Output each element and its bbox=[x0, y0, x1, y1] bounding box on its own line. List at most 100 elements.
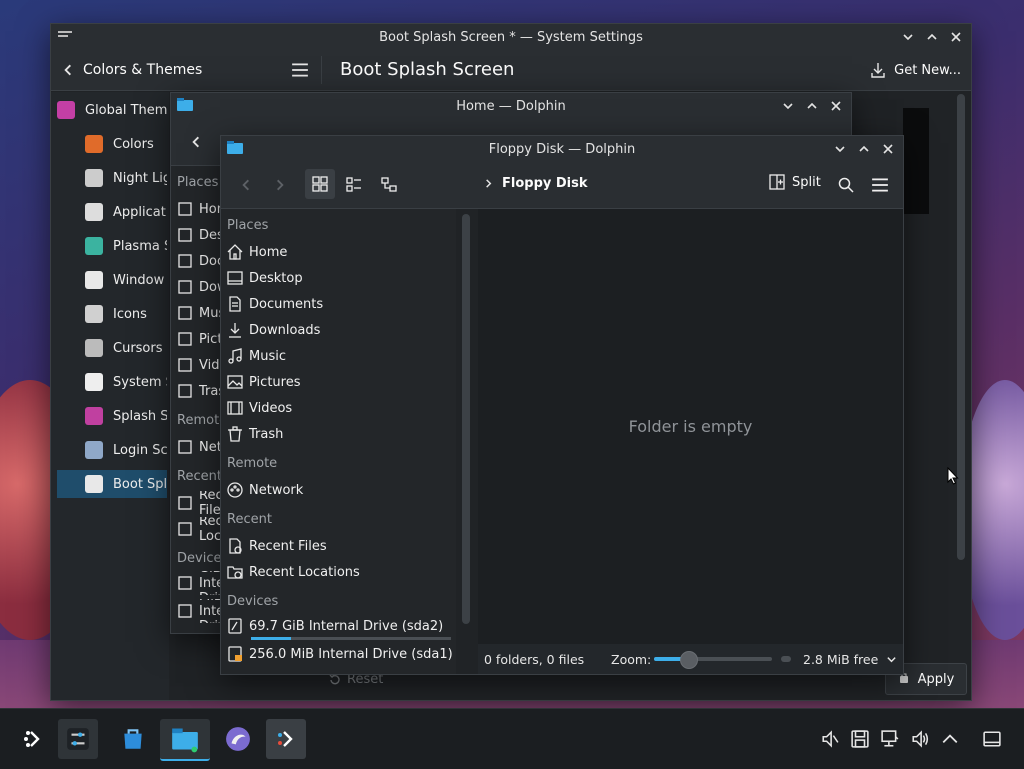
sidebar-item[interactable]: Plasma Style bbox=[57, 232, 167, 260]
cursors-icon bbox=[85, 339, 103, 357]
places-item-documents[interactable]: Documents bbox=[227, 292, 453, 316]
sidebar-item[interactable]: Splash Screen bbox=[57, 402, 167, 430]
places-item-device-sda2[interactable]: 69.7 GiB Internal Drive (sda2) bbox=[227, 614, 453, 638]
sidebar-item-label: System Sounds bbox=[113, 374, 167, 390]
global-theme-icon bbox=[57, 101, 75, 119]
hamburger-menu-icon[interactable] bbox=[291, 61, 309, 79]
taskbar-discover[interactable] bbox=[113, 719, 153, 759]
sidebar-item[interactable]: Boot Splash Screen bbox=[57, 470, 167, 498]
places-item-label: Pictures bbox=[249, 374, 301, 390]
split-button[interactable]: Split bbox=[769, 174, 821, 190]
sidebar-item-label: Cursors bbox=[113, 340, 163, 356]
places-item-label: Trash bbox=[249, 426, 284, 442]
splash-screen-icon bbox=[85, 407, 103, 425]
places-item-label: Home bbox=[249, 244, 288, 260]
breadcrumb[interactable]: Floppy Disk bbox=[483, 176, 588, 191]
show-desktop-icon[interactable] bbox=[983, 730, 1001, 748]
apply-label: Apply bbox=[917, 671, 955, 687]
close-button[interactable] bbox=[947, 28, 965, 46]
compact-view-icon[interactable] bbox=[346, 177, 362, 193]
places-item-desktop[interactable]: Desktop bbox=[227, 266, 453, 290]
taskbar-dolphin[interactable] bbox=[160, 719, 210, 761]
minimize-button[interactable] bbox=[831, 140, 849, 158]
sidebar-item[interactable]: Colors bbox=[57, 130, 167, 158]
maximize-button[interactable] bbox=[923, 28, 941, 46]
icons-icon bbox=[85, 305, 103, 323]
sidebar-item[interactable]: Window Decorations bbox=[57, 266, 167, 294]
close-button[interactable] bbox=[827, 97, 845, 115]
sidebar-item[interactable]: Global Theme bbox=[57, 96, 167, 124]
volume-muted-icon[interactable] bbox=[821, 730, 839, 748]
home-icon bbox=[227, 244, 243, 260]
header-divider bbox=[321, 56, 322, 84]
places-panel: Places Remote Network Recent Recent File… bbox=[221, 209, 456, 674]
forward-icon[interactable] bbox=[273, 178, 287, 192]
places-item-videos[interactable]: Videos bbox=[227, 396, 453, 420]
system-settings-titlebar[interactable]: Boot Splash Screen * — System Settings bbox=[51, 24, 971, 50]
devices-heading: Devices bbox=[227, 594, 279, 609]
recent-heading: Recent bbox=[177, 469, 222, 484]
file-view[interactable]: Folder is empty bbox=[478, 209, 903, 644]
place-icon bbox=[178, 576, 192, 590]
floppy-dolphin-titlebar[interactable]: Floppy Disk — Dolphin bbox=[221, 136, 903, 162]
back-icon[interactable] bbox=[189, 135, 203, 149]
sidebar-item-label: Application Style bbox=[113, 204, 167, 220]
sidebar-item-label: Boot Splash Screen bbox=[113, 476, 167, 492]
get-new-button[interactable]: Get New... bbox=[870, 58, 961, 82]
network-wired-icon[interactable] bbox=[881, 730, 899, 748]
taskbar-system-settings[interactable] bbox=[58, 719, 98, 759]
preview-area bbox=[903, 108, 929, 214]
floppy-dolphin-window: Floppy Disk — Dolphin Floppy Disk Split … bbox=[220, 135, 904, 675]
places-item-label: Documents bbox=[249, 296, 324, 312]
night-light-icon bbox=[85, 169, 103, 187]
back-button[interactable]: Colors & Themes bbox=[61, 58, 202, 82]
icons-view-button[interactable] bbox=[305, 169, 335, 199]
system-settings-menu-icon[interactable] bbox=[57, 29, 73, 43]
sidebar-item[interactable]: Login Screen bbox=[57, 436, 167, 464]
places-item-recent-files[interactable]: Recent Files bbox=[227, 534, 453, 558]
chevron-up-icon[interactable] bbox=[941, 730, 959, 748]
free-space-dropdown[interactable]: 2.8 MiB free bbox=[803, 652, 897, 667]
application-launcher-button[interactable] bbox=[14, 719, 54, 759]
empty-folder-message: Folder is empty bbox=[628, 417, 753, 436]
places-item-recent-locations[interactable]: Recent Locations bbox=[227, 560, 453, 584]
status-count: 0 folders, 0 files bbox=[484, 651, 585, 667]
sidebar-item-label: Login Screen bbox=[113, 442, 167, 458]
search-icon[interactable] bbox=[838, 177, 854, 193]
sidebar-item[interactable]: System Sounds bbox=[57, 368, 167, 396]
minimize-button[interactable] bbox=[779, 97, 797, 115]
places-item-music[interactable]: Music bbox=[227, 344, 453, 368]
taskbar bbox=[0, 708, 1024, 769]
taskbar-launcher-app[interactable] bbox=[266, 719, 306, 759]
zoom-slider-handle[interactable] bbox=[680, 651, 698, 669]
sidebar-item[interactable]: Icons bbox=[57, 300, 167, 328]
taskbar-browser[interactable] bbox=[218, 719, 258, 759]
sidebar-item[interactable]: Night Light bbox=[57, 164, 167, 192]
hard-drive-icon bbox=[228, 618, 242, 634]
places-item-pictures[interactable]: Pictures bbox=[227, 370, 453, 394]
volume-icon[interactable] bbox=[911, 730, 929, 748]
save-disk-icon[interactable] bbox=[851, 730, 869, 748]
zoom-end-marker bbox=[781, 656, 791, 662]
tree-view-icon[interactable] bbox=[381, 177, 397, 193]
places-item-device-sda1[interactable]: 256.0 MiB Internal Drive (sda1) bbox=[227, 642, 453, 666]
maximize-button[interactable] bbox=[803, 97, 821, 115]
close-button[interactable] bbox=[879, 140, 897, 158]
sidebar-item[interactable]: Cursors bbox=[57, 334, 167, 362]
maximize-button[interactable] bbox=[855, 140, 873, 158]
sidebar-item[interactable]: Application Style bbox=[57, 198, 167, 226]
free-space-label: 2.8 MiB free bbox=[803, 651, 879, 667]
places-item-network[interactable]: Network bbox=[227, 478, 453, 502]
settings-scrollbar[interactable] bbox=[957, 94, 965, 560]
back-icon[interactable] bbox=[239, 178, 253, 192]
places-item-downloads[interactable]: Downloads bbox=[227, 318, 453, 342]
places-item-trash[interactable]: Trash bbox=[227, 422, 453, 446]
places-scrollbar[interactable] bbox=[462, 214, 470, 624]
login-screen-icon bbox=[85, 441, 103, 459]
places-item-home[interactable]: Home bbox=[227, 240, 453, 264]
minimize-button[interactable] bbox=[899, 28, 917, 46]
system-settings-sidebar: Global Theme Colors Night Light Application… bbox=[51, 92, 169, 700]
hamburger-menu-icon[interactable] bbox=[871, 176, 889, 194]
zoom-slider[interactable] bbox=[654, 651, 772, 669]
home-dolphin-titlebar[interactable]: Home — Dolphin bbox=[171, 93, 851, 119]
